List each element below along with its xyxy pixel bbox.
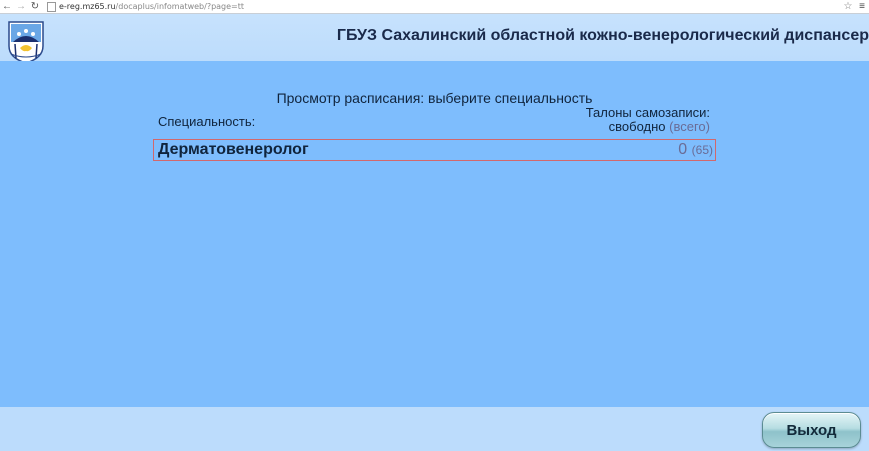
specialty-row-dermatovenereologist[interactable]: Дерматовенеролог 0 (65) bbox=[153, 139, 716, 161]
ticket-free-count: 0 bbox=[678, 141, 688, 158]
reload-icon[interactable]: ↻ bbox=[28, 0, 42, 13]
tickets-free-label: свободно bbox=[608, 119, 666, 134]
column-header-tickets: Талоны самозаписи: свободно (всего) bbox=[586, 106, 710, 134]
page-header: ГБУЗ Сахалинский областной кожно-венерол… bbox=[0, 14, 869, 64]
column-header-tickets-subtitle: свободно (всего) bbox=[586, 120, 710, 134]
bookmark-star-icon[interactable]: ☆ bbox=[841, 1, 855, 12]
page-header-title: ГБУЗ Сахалинский областной кожно-венерол… bbox=[336, 27, 869, 44]
browser-toolbar: ← → ↻ e-reg.mz65.ru/docaplus/infomatweb/… bbox=[0, 0, 869, 14]
forward-arrow-icon[interactable]: → bbox=[14, 0, 28, 13]
tickets-total-label: (всего) bbox=[669, 119, 710, 134]
ticket-count: 0 (65) bbox=[678, 141, 713, 159]
exit-button[interactable]: Выход bbox=[762, 412, 861, 448]
column-header-tickets-title: Талоны самозаписи: bbox=[585, 105, 710, 120]
column-header-specialty: Специальность: bbox=[158, 114, 256, 129]
ticket-total-count: (65) bbox=[691, 143, 713, 157]
url-path: /docaplus/infomatweb/?page=tt bbox=[115, 2, 245, 11]
sakhalin-coat-of-arms-icon bbox=[8, 21, 44, 64]
page-icon bbox=[47, 1, 56, 12]
main-content: Просмотр расписания: выберите специально… bbox=[0, 61, 869, 407]
page-title-text: Просмотр расписания: выберите специально… bbox=[276, 90, 593, 106]
browser-menu-icon[interactable]: ≡ bbox=[855, 1, 869, 12]
back-arrow-icon[interactable]: ← bbox=[0, 0, 14, 13]
page-title: Просмотр расписания: выберите специально… bbox=[0, 90, 869, 106]
specialty-name: Дерматовенеролог bbox=[158, 141, 309, 158]
page-footer: Выход bbox=[0, 407, 869, 451]
address-bar[interactable]: e-reg.mz65.ru/docaplus/infomatweb/?page=… bbox=[59, 2, 841, 11]
url-host: e-reg.mz65.ru bbox=[59, 2, 116, 11]
